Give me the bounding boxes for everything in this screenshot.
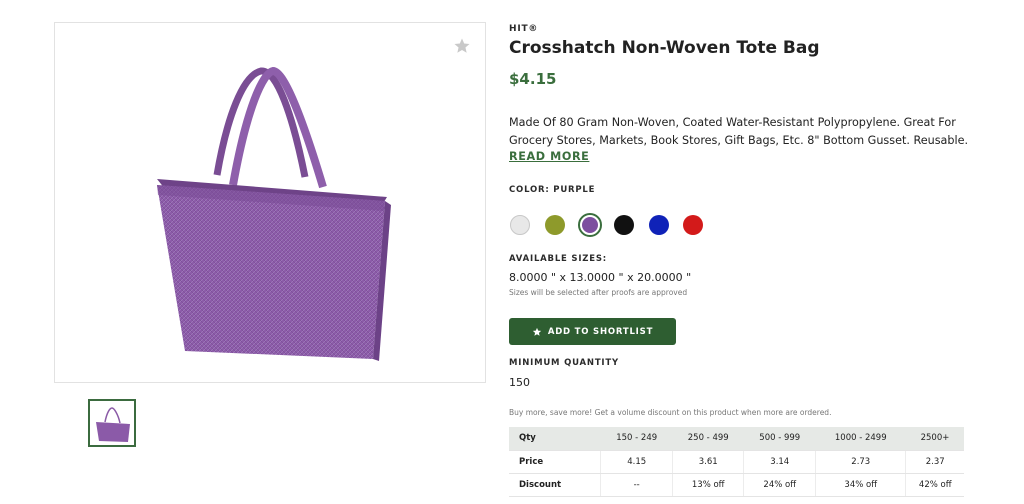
discount-cell: 42% off [905, 473, 964, 497]
swatch-red[interactable] [683, 215, 703, 235]
price-cell: 4.15 [600, 450, 673, 474]
description-line: Grocery Stores, Markets, Book Stores, Gi… [509, 134, 969, 147]
tote-bag-thumbnail [96, 407, 130, 442]
color-label: COLOR: PURPLE [509, 185, 596, 195]
product-title: Crosshatch Non-Woven Tote Bag [509, 38, 820, 58]
product-description: Made Of 80 Gram Non-Woven, Coated Water-… [509, 114, 969, 150]
qty-tier-header: 1000 - 2499 [815, 427, 906, 451]
qty-tier-header: 150 - 249 [600, 427, 673, 451]
minimum-quantity-value: 150 [509, 376, 530, 389]
discount-cell: 13% off [672, 473, 745, 497]
tote-bag-image [157, 66, 391, 361]
thumbnail-1[interactable] [88, 399, 136, 447]
star-icon [532, 327, 541, 336]
discount-cell: -- [600, 473, 673, 497]
favorite-star-icon[interactable] [453, 37, 471, 55]
sizes-label: AVAILABLE SIZES: [509, 254, 607, 264]
price-cell: 3.61 [672, 450, 745, 474]
minimum-quantity-label: MINIMUM QUANTITY [509, 358, 619, 368]
price-row-label: Price [509, 450, 602, 474]
brand-name: HIT® [509, 24, 539, 34]
price-cell: 2.73 [815, 450, 907, 474]
discount-row-label: Discount [509, 473, 602, 497]
qty-header: Qty [509, 427, 601, 451]
product-price: $4.15 [509, 70, 557, 88]
qty-tier-header: 250 - 499 [672, 427, 744, 451]
shortlist-label: ADD TO SHORTLIST [547, 326, 654, 337]
discount-cell: 24% off [743, 473, 817, 497]
product-image-panel [54, 22, 486, 383]
qty-tier-header: 500 - 999 [743, 427, 816, 451]
swatch-purple[interactable] [578, 213, 602, 237]
qty-tier-header: 2500+ [905, 427, 964, 451]
price-row: Price 4.15 3.61 3.14 2.73 2.37 [509, 450, 964, 474]
sizes-note: Sizes will be selected after proofs are … [509, 288, 688, 297]
swatch-black[interactable] [614, 215, 634, 235]
swatch-white[interactable] [510, 215, 530, 235]
discount-row: Discount -- 13% off 24% off 34% off 42% … [509, 473, 964, 497]
price-cell: 2.37 [905, 450, 964, 474]
sizes-value: 8.0000 " x 13.0000 " x 20.0000 " [509, 271, 692, 284]
pricing-header-row: Qty 150 - 249 250 - 499 500 - 999 1000 -… [509, 427, 964, 451]
swatch-olive[interactable] [545, 215, 565, 235]
price-cell: 3.14 [743, 450, 817, 474]
read-more-link[interactable]: READ MORE [509, 150, 589, 163]
add-to-shortlist-button[interactable]: ADD TO SHORTLIST [509, 318, 676, 345]
volume-discount-note: Buy more, save more! Get a volume discou… [509, 408, 832, 417]
description-line: Made Of 80 Gram Non-Woven, Coated Water-… [509, 116, 956, 129]
color-swatches [509, 213, 719, 237]
discount-cell: 34% off [815, 473, 907, 497]
pricing-table: Qty 150 - 249 250 - 499 500 - 999 1000 -… [509, 427, 964, 497]
swatch-blue[interactable] [649, 215, 669, 235]
